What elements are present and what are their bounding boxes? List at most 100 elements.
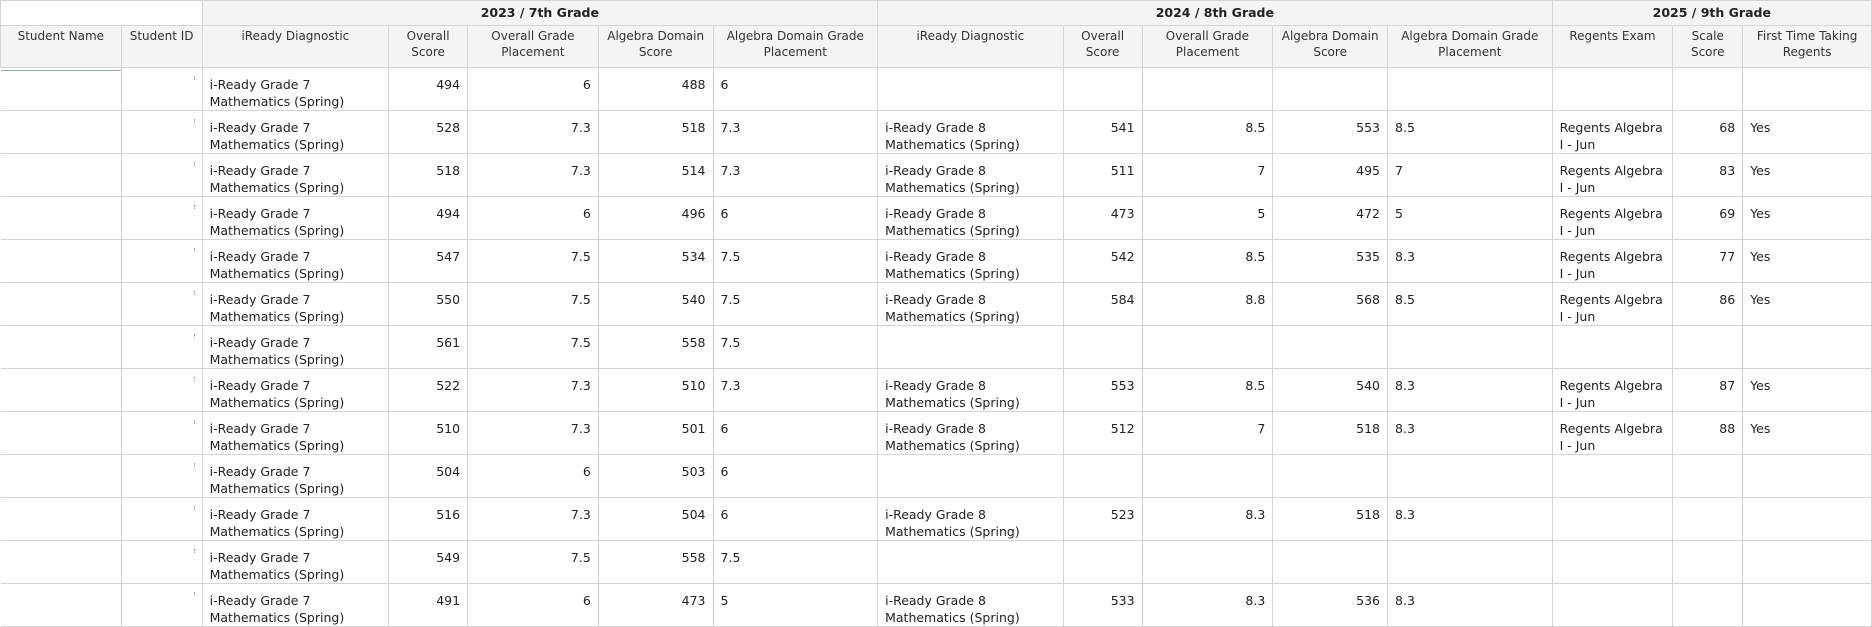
- cell-student-id[interactable]: [120, 110, 203, 154]
- cell-g7-ogp[interactable]: 7.3: [467, 153, 599, 197]
- cell-g8-ogp[interactable]: 8.5: [1141, 110, 1274, 154]
- cell-student-name[interactable]: [0, 368, 122, 412]
- cell-g7-adgp[interactable]: 6: [712, 454, 879, 498]
- cell-g7-overall[interactable]: 549: [388, 540, 469, 584]
- cell-g7-overall[interactable]: 550: [388, 282, 469, 326]
- table-row[interactable]: i-Ready Grade 7 Mathematics (Spring) 522 7…: [0, 368, 1872, 412]
- table-row[interactable]: i-Ready Grade 7 Mathematics (Spring) 550 7…: [0, 282, 1872, 326]
- cell-g8-adgp[interactable]: 7: [1387, 153, 1553, 197]
- cell-g9-first[interactable]: [1742, 454, 1872, 498]
- cell-g8-ads[interactable]: 518: [1272, 497, 1389, 541]
- cell-g7-ogp[interactable]: 7.5: [467, 325, 599, 369]
- cell-g9-exam[interactable]: Regents Algebra I - Jun: [1551, 282, 1674, 326]
- cell-g9-first[interactable]: [1742, 540, 1872, 584]
- cell-g8-iready[interactable]: i-Ready Grade 8 Mathematics (Spring): [877, 196, 1064, 240]
- group-header-2024[interactable]: 2024 / 8th Grade: [877, 0, 1553, 26]
- column-header-g9-exam[interactable]: Regents Exam: [1551, 25, 1674, 68]
- cell-g9-scale[interactable]: 88: [1672, 411, 1744, 455]
- cell-g8-ogp[interactable]: [1141, 540, 1274, 584]
- column-header-g9-first[interactable]: First Time Taking Regents: [1742, 25, 1872, 68]
- table-row[interactable]: i-Ready Grade 7 Mathematics (Spring) 518 7…: [0, 153, 1872, 197]
- cell-g7-adgp[interactable]: 6: [712, 196, 879, 240]
- cell-g7-ogp[interactable]: 6: [467, 67, 599, 111]
- cell-g7-ads[interactable]: 540: [597, 282, 714, 326]
- cell-g8-adgp[interactable]: 8.3: [1387, 583, 1553, 627]
- cell-student-id[interactable]: [120, 67, 203, 111]
- cell-g8-ogp[interactable]: [1141, 67, 1274, 111]
- cell-student-name[interactable]: [0, 67, 122, 111]
- cell-g8-iready[interactable]: i-Ready Grade 8 Mathematics (Spring): [877, 282, 1064, 326]
- cell-g7-overall[interactable]: 504: [388, 454, 469, 498]
- column-header-g7-ogp[interactable]: Overall Grade Placement: [467, 25, 599, 68]
- table-row[interactable]: i-Ready Grade 7 Mathematics (Spring) 549 7…: [0, 540, 1872, 584]
- cell-g8-ogp[interactable]: 8.3: [1141, 497, 1274, 541]
- cell-g9-scale[interactable]: 68: [1672, 110, 1744, 154]
- cell-g8-ogp[interactable]: 5: [1141, 196, 1274, 240]
- cell-student-id[interactable]: [120, 239, 203, 283]
- cell-g7-iready[interactable]: i-Ready Grade 7 Mathematics (Spring): [201, 325, 390, 369]
- cell-g8-iready[interactable]: i-Ready Grade 8 Mathematics (Spring): [877, 411, 1064, 455]
- cell-g8-ogp[interactable]: [1141, 454, 1274, 498]
- cell-student-id[interactable]: [120, 325, 203, 369]
- cell-g7-ogp[interactable]: 7.3: [467, 497, 599, 541]
- cell-g7-ads[interactable]: 473: [597, 583, 714, 627]
- cell-g7-overall[interactable]: 494: [388, 196, 469, 240]
- cell-g7-adgp[interactable]: 6: [712, 411, 879, 455]
- cell-g7-iready[interactable]: i-Ready Grade 7 Mathematics (Spring): [201, 540, 390, 584]
- cell-g7-adgp[interactable]: 5: [712, 583, 879, 627]
- cell-g7-ads[interactable]: 504: [597, 497, 714, 541]
- cell-g7-adgp[interactable]: 6: [712, 497, 879, 541]
- cell-student-id[interactable]: [120, 454, 203, 498]
- cell-student-id[interactable]: [120, 282, 203, 326]
- cell-student-id[interactable]: [120, 368, 203, 412]
- table-row[interactable]: i-Ready Grade 7 Mathematics (Spring) 504 6…: [0, 454, 1872, 498]
- cell-g7-overall[interactable]: 528: [388, 110, 469, 154]
- cell-g7-ogp[interactable]: 7.3: [467, 368, 599, 412]
- cell-g8-ogp[interactable]: 8.5: [1141, 368, 1274, 412]
- cell-g7-overall[interactable]: 516: [388, 497, 469, 541]
- cell-g8-adgp[interactable]: [1387, 540, 1553, 584]
- cell-g8-adgp[interactable]: 8.5: [1387, 110, 1553, 154]
- cell-student-name[interactable]: [0, 540, 122, 584]
- cell-g8-overall[interactable]: 584: [1062, 282, 1143, 326]
- cell-g7-ads[interactable]: 558: [597, 540, 714, 584]
- cell-g8-adgp[interactable]: 8.3: [1387, 497, 1553, 541]
- cell-g7-ogp[interactable]: 6: [467, 583, 599, 627]
- column-header-g9-scale[interactable]: Scale Score: [1672, 25, 1744, 68]
- cell-g8-ads[interactable]: 518: [1272, 411, 1389, 455]
- cell-g7-adgp[interactable]: 7.5: [712, 282, 879, 326]
- cell-g7-overall[interactable]: 547: [388, 239, 469, 283]
- column-header-g8-overall[interactable]: Overall Score: [1062, 25, 1143, 68]
- cell-g7-ogp[interactable]: 6: [467, 196, 599, 240]
- cell-g9-exam[interactable]: [1551, 67, 1674, 111]
- cell-student-id[interactable]: [120, 411, 203, 455]
- column-header-g7-overall[interactable]: Overall Score: [388, 25, 469, 68]
- cell-g7-ads[interactable]: 488: [597, 67, 714, 111]
- cell-g7-adgp[interactable]: 7.3: [712, 110, 879, 154]
- cell-g8-ogp[interactable]: 7: [1141, 411, 1274, 455]
- table-row[interactable]: i-Ready Grade 7 Mathematics (Spring) 494 6…: [0, 67, 1872, 111]
- cell-g8-ads[interactable]: [1272, 540, 1389, 584]
- cell-g8-iready[interactable]: [877, 325, 1064, 369]
- cell-g8-iready[interactable]: i-Ready Grade 8 Mathematics (Spring): [877, 497, 1064, 541]
- cell-g7-iready[interactable]: i-Ready Grade 7 Mathematics (Spring): [201, 282, 390, 326]
- cell-g8-iready[interactable]: i-Ready Grade 8 Mathematics (Spring): [877, 239, 1064, 283]
- cell-g8-ogp[interactable]: 8.8: [1141, 282, 1274, 326]
- column-header-g8-iready[interactable]: iReady Diagnostic: [877, 25, 1064, 68]
- cell-g9-scale[interactable]: 86: [1672, 282, 1744, 326]
- cell-g8-ogp[interactable]: 7: [1141, 153, 1274, 197]
- cell-g9-exam[interactable]: [1551, 454, 1674, 498]
- cell-g8-adgp[interactable]: [1387, 67, 1553, 111]
- cell-g7-overall[interactable]: 561: [388, 325, 469, 369]
- cell-student-name[interactable]: [0, 325, 122, 369]
- cell-g9-exam[interactable]: [1551, 540, 1674, 584]
- cell-g9-first[interactable]: [1742, 67, 1872, 111]
- cell-g7-iready[interactable]: i-Ready Grade 7 Mathematics (Spring): [201, 454, 390, 498]
- cell-g8-iready[interactable]: [877, 540, 1064, 584]
- cell-g9-exam[interactable]: [1551, 497, 1674, 541]
- cell-g9-scale[interactable]: 69: [1672, 196, 1744, 240]
- cell-student-name[interactable]: [0, 583, 122, 627]
- group-header-2023[interactable]: 2023 / 7th Grade: [201, 0, 879, 26]
- cell-g7-ogp[interactable]: 7.3: [467, 110, 599, 154]
- cell-g9-exam[interactable]: [1551, 325, 1674, 369]
